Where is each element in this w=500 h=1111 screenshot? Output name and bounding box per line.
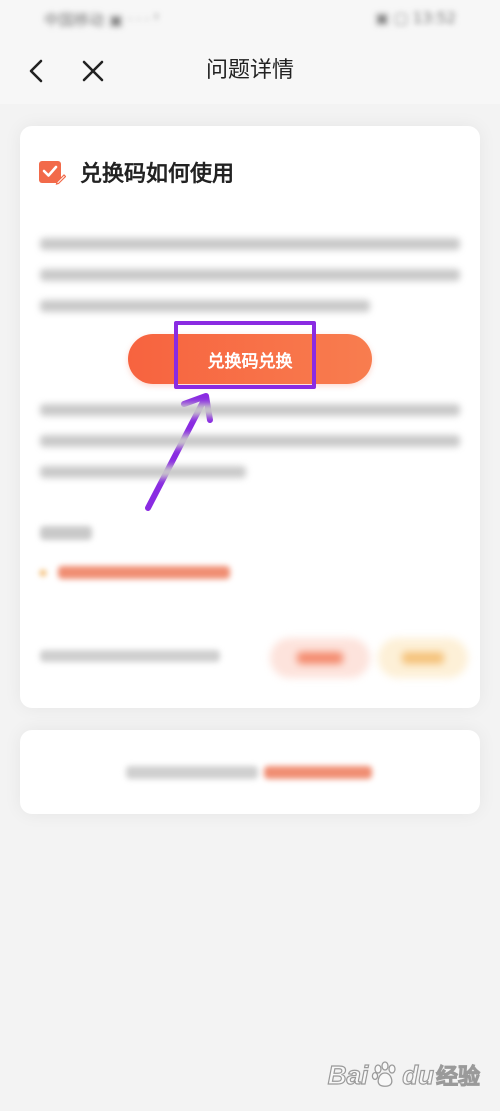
contact-card bbox=[20, 730, 480, 814]
baidu-jingyan-watermark: Bai du 经验 bbox=[327, 1059, 480, 1090]
card-title-row: 兑换码如何使用 bbox=[38, 154, 234, 190]
checked-edit-icon bbox=[39, 161, 66, 185]
feedback-resolved-button[interactable] bbox=[378, 638, 468, 678]
nav-bar: 问题详情 bbox=[0, 40, 500, 104]
card-title: 兑换码如何使用 bbox=[80, 162, 235, 187]
related-questions-heading bbox=[40, 526, 92, 540]
related-question-link[interactable] bbox=[58, 566, 230, 579]
answer-paragraph-1 bbox=[40, 238, 460, 331]
status-left-text: 中国移动 ▣ ᐧ ᐧ ᐧ ꜛ bbox=[44, 11, 160, 29]
feedback-unresolved-button[interactable] bbox=[270, 638, 370, 678]
bullet-icon bbox=[40, 569, 46, 576]
related-question-item[interactable] bbox=[40, 566, 230, 579]
contact-prompt-text bbox=[126, 766, 258, 779]
status-right-text: ▣ ▢ 13:52 bbox=[374, 9, 456, 27]
page-title: 问题详情 bbox=[205, 58, 294, 83]
contact-service-link[interactable] bbox=[264, 766, 372, 779]
status-bar: 中国移动 ▣ ᐧ ᐧ ᐧ ꜛ ▣ ▢ 13:52 bbox=[0, 0, 500, 40]
paw-icon bbox=[371, 1061, 396, 1087]
answer-paragraph-2 bbox=[40, 404, 460, 497]
feedback-row bbox=[40, 634, 468, 680]
answer-card: 兑换码如何使用 兑换码兑换 bbox=[20, 126, 480, 708]
redeem-code-button[interactable]: 兑换码兑换 bbox=[128, 334, 372, 384]
feedback-question bbox=[40, 650, 220, 662]
